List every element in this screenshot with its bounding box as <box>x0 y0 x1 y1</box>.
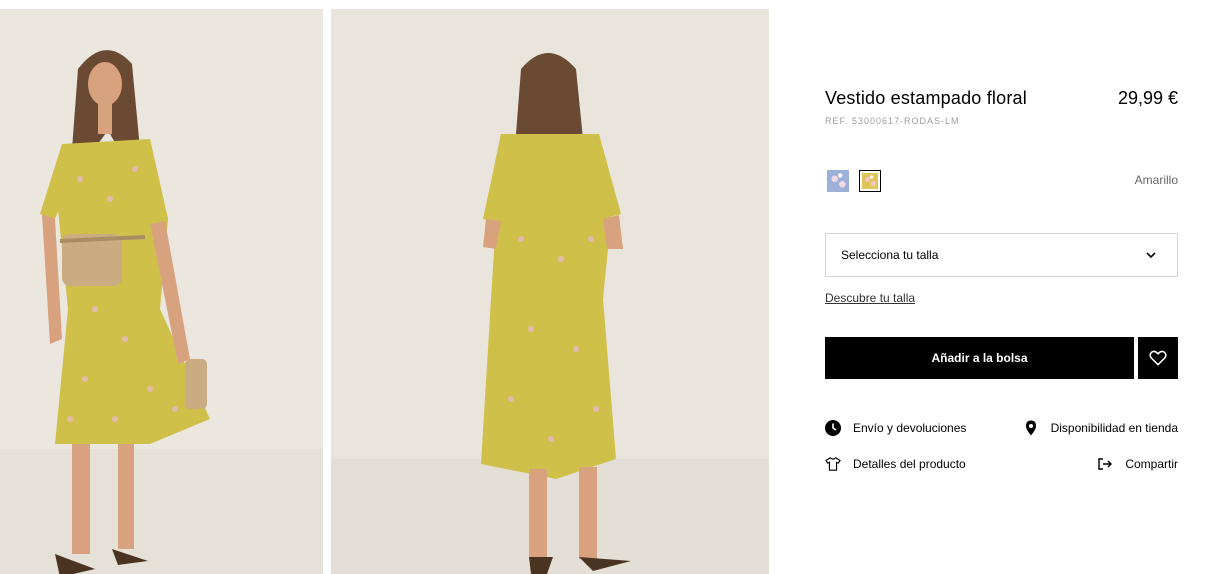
product-photo-back[interactable] <box>331 9 769 574</box>
product-photo-front[interactable] <box>0 9 323 574</box>
size-select[interactable]: Selecciona tu talla <box>825 233 1178 277</box>
store-availability-label: Disponibilidad en tienda <box>1050 421 1178 435</box>
share-label: Compartir <box>1125 457 1178 471</box>
share-icon <box>1098 458 1113 470</box>
model-front-image <box>0 9 323 574</box>
share-link[interactable]: Compartir <box>1097 456 1178 472</box>
product-page: Vestido estampado floral 29,99 € REF. 53… <box>0 0 1209 574</box>
product-title: Vestido estampado floral <box>825 88 1027 108</box>
product-reference: REF. 53000617-RODAS-LM <box>825 116 960 126</box>
store-availability-link[interactable]: Disponibilidad en tienda <box>1023 420 1178 436</box>
product-details-link[interactable]: Detalles del producto <box>825 456 966 472</box>
blue-floral-swatch-icon <box>827 170 849 192</box>
shipping-returns-label: Envío y devoluciones <box>853 421 967 435</box>
location-pin-icon <box>1025 420 1036 436</box>
product-price: 29,99 € <box>1117 88 1178 108</box>
color-swatch-blue[interactable] <box>827 170 849 192</box>
tshirt-icon <box>825 457 841 471</box>
chevron-down-icon <box>1146 252 1156 259</box>
add-to-bag-button[interactable]: Añadir a la bolsa <box>825 337 1134 379</box>
wishlist-button[interactable] <box>1138 337 1178 379</box>
yellow-floral-swatch-icon <box>862 173 878 189</box>
model-back-image <box>331 9 769 574</box>
selected-color-name: Amarillo <box>1134 173 1178 187</box>
size-select-label: Selecciona tu talla <box>841 248 939 262</box>
product-details-label: Detalles del producto <box>853 457 966 471</box>
shipping-returns-link[interactable]: Envío y devoluciones <box>825 420 966 436</box>
clock-icon <box>825 420 841 436</box>
size-guide-link[interactable]: Descubre tu talla <box>825 291 915 305</box>
heart-icon <box>1149 350 1167 366</box>
color-swatch-yellow[interactable] <box>859 170 881 192</box>
product-details-panel: Vestido estampado floral 29,99 € REF. 53… <box>825 0 1178 574</box>
